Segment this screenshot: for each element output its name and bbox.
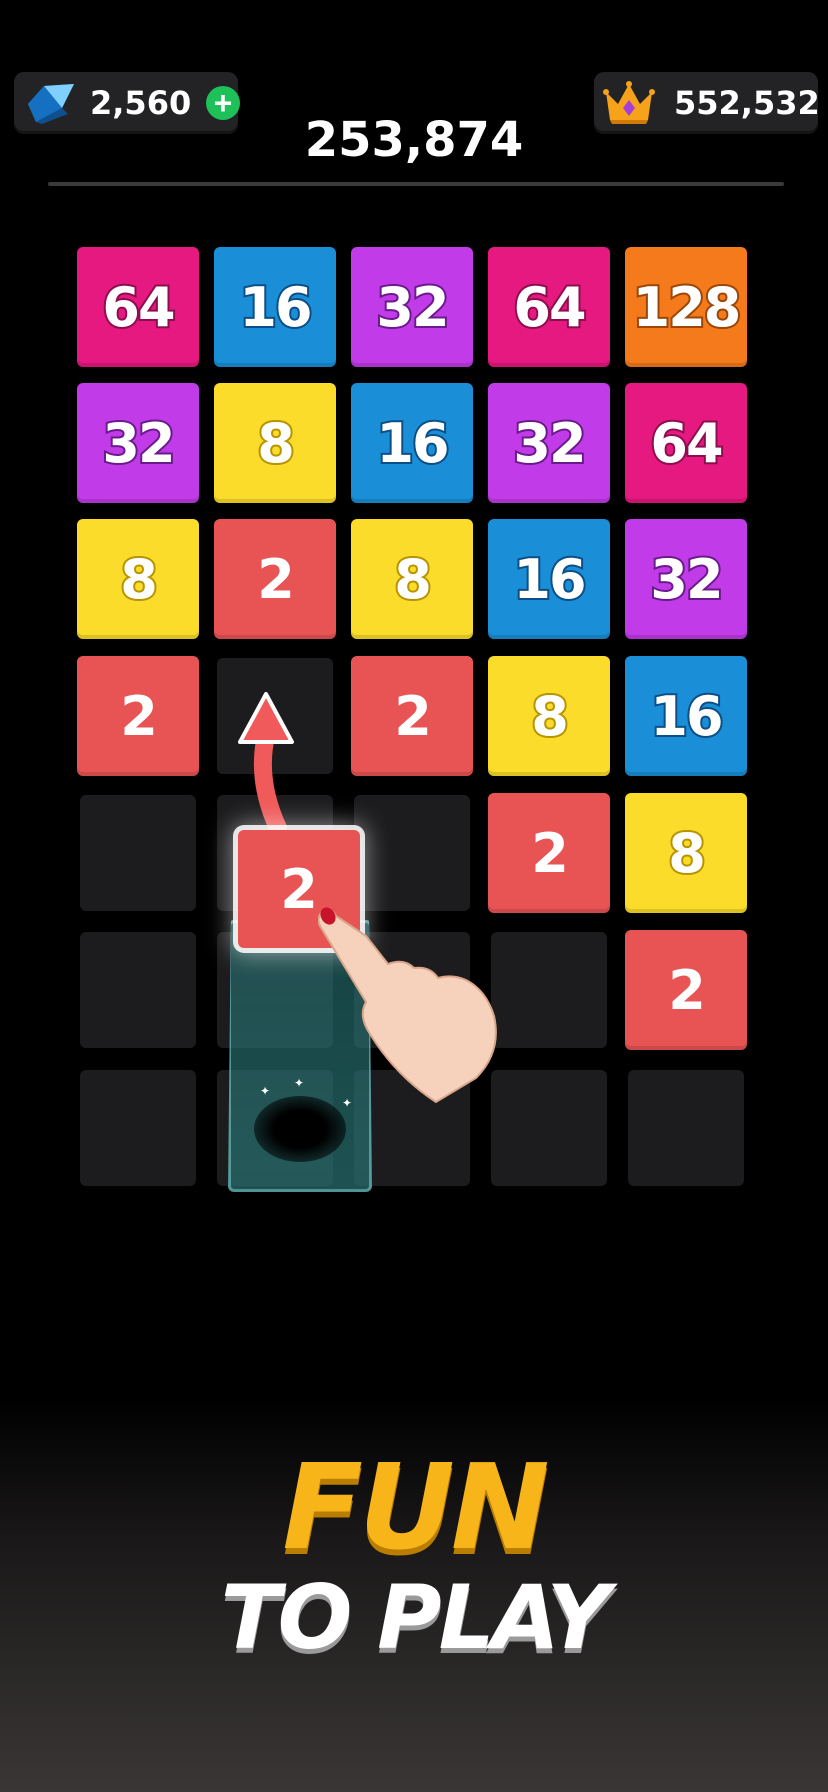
tile-value: 2 bbox=[120, 684, 158, 748]
tile-value: 64 bbox=[100, 274, 177, 341]
tile-value: 2 bbox=[394, 684, 432, 748]
up-arrow-icon bbox=[238, 692, 294, 830]
tile-value: 16 bbox=[648, 683, 725, 750]
tile-value: 32 bbox=[374, 274, 451, 341]
tile-2[interactable]: 2 bbox=[214, 519, 336, 639]
empty-cell[interactable] bbox=[491, 932, 607, 1048]
tile-32[interactable]: 32 bbox=[351, 247, 473, 367]
tile-value: 2 bbox=[531, 821, 569, 885]
tile-64[interactable]: 64 bbox=[625, 383, 747, 503]
tile-value: 64 bbox=[648, 410, 725, 477]
tile-128[interactable]: 128 bbox=[625, 247, 747, 367]
tile-8[interactable]: 8 bbox=[625, 793, 747, 913]
tile-2[interactable]: 2 bbox=[77, 656, 199, 776]
tile-value: 128 bbox=[631, 274, 744, 341]
empty-cell[interactable] bbox=[80, 795, 196, 911]
tagline-fun: FUN bbox=[282, 1438, 549, 1576]
tile-value: 32 bbox=[511, 410, 588, 477]
tile-16[interactable]: 16 bbox=[351, 383, 473, 503]
tile-value: 8 bbox=[666, 820, 708, 887]
tile-8[interactable]: 8 bbox=[488, 656, 610, 776]
tile-value: 64 bbox=[511, 274, 588, 341]
tile-16[interactable]: 16 bbox=[488, 519, 610, 639]
tile-8[interactable]: 8 bbox=[351, 519, 473, 639]
empty-cell[interactable] bbox=[491, 1070, 607, 1186]
sparkle-icon: ✦ bbox=[294, 1076, 305, 1090]
tile-value: 16 bbox=[237, 274, 314, 341]
tile-value: 8 bbox=[529, 683, 571, 750]
tile-value: 2 bbox=[257, 547, 295, 611]
empty-cell[interactable] bbox=[628, 1070, 744, 1186]
tile-value: 8 bbox=[255, 410, 297, 477]
tile-value: 32 bbox=[648, 546, 725, 613]
tile-2[interactable]: 2 bbox=[351, 656, 473, 776]
tile-2[interactable]: 2 bbox=[625, 930, 747, 1050]
tile-value: 8 bbox=[392, 546, 434, 613]
tile-32[interactable]: 32 bbox=[488, 383, 610, 503]
tile-value: 2 bbox=[668, 958, 706, 1022]
tile-8[interactable]: 8 bbox=[214, 383, 336, 503]
tagline-to-play: TO PLAY bbox=[220, 1566, 611, 1669]
tile-64[interactable]: 64 bbox=[77, 247, 199, 367]
tile-2[interactable]: 2 bbox=[488, 793, 610, 913]
sparkle-icon: ✦ bbox=[260, 1084, 271, 1098]
tile-16[interactable]: 16 bbox=[214, 247, 336, 367]
tile-value: 8 bbox=[118, 546, 160, 613]
empty-cell[interactable] bbox=[80, 932, 196, 1048]
empty-cell[interactable] bbox=[80, 1070, 196, 1186]
empty-cell[interactable] bbox=[354, 795, 470, 911]
pointing-hand-icon bbox=[318, 907, 497, 1104]
tile-8[interactable]: 8 bbox=[77, 519, 199, 639]
tile-64[interactable]: 64 bbox=[488, 247, 610, 367]
tile-32[interactable]: 32 bbox=[625, 519, 747, 639]
tile-value: 16 bbox=[511, 546, 588, 613]
tile-16[interactable]: 16 bbox=[625, 656, 747, 776]
shooter-tile-value: 2 bbox=[280, 857, 318, 921]
tile-value: 32 bbox=[100, 410, 177, 477]
tile-value: 16 bbox=[374, 410, 451, 477]
tile-32[interactable]: 32 bbox=[77, 383, 199, 503]
